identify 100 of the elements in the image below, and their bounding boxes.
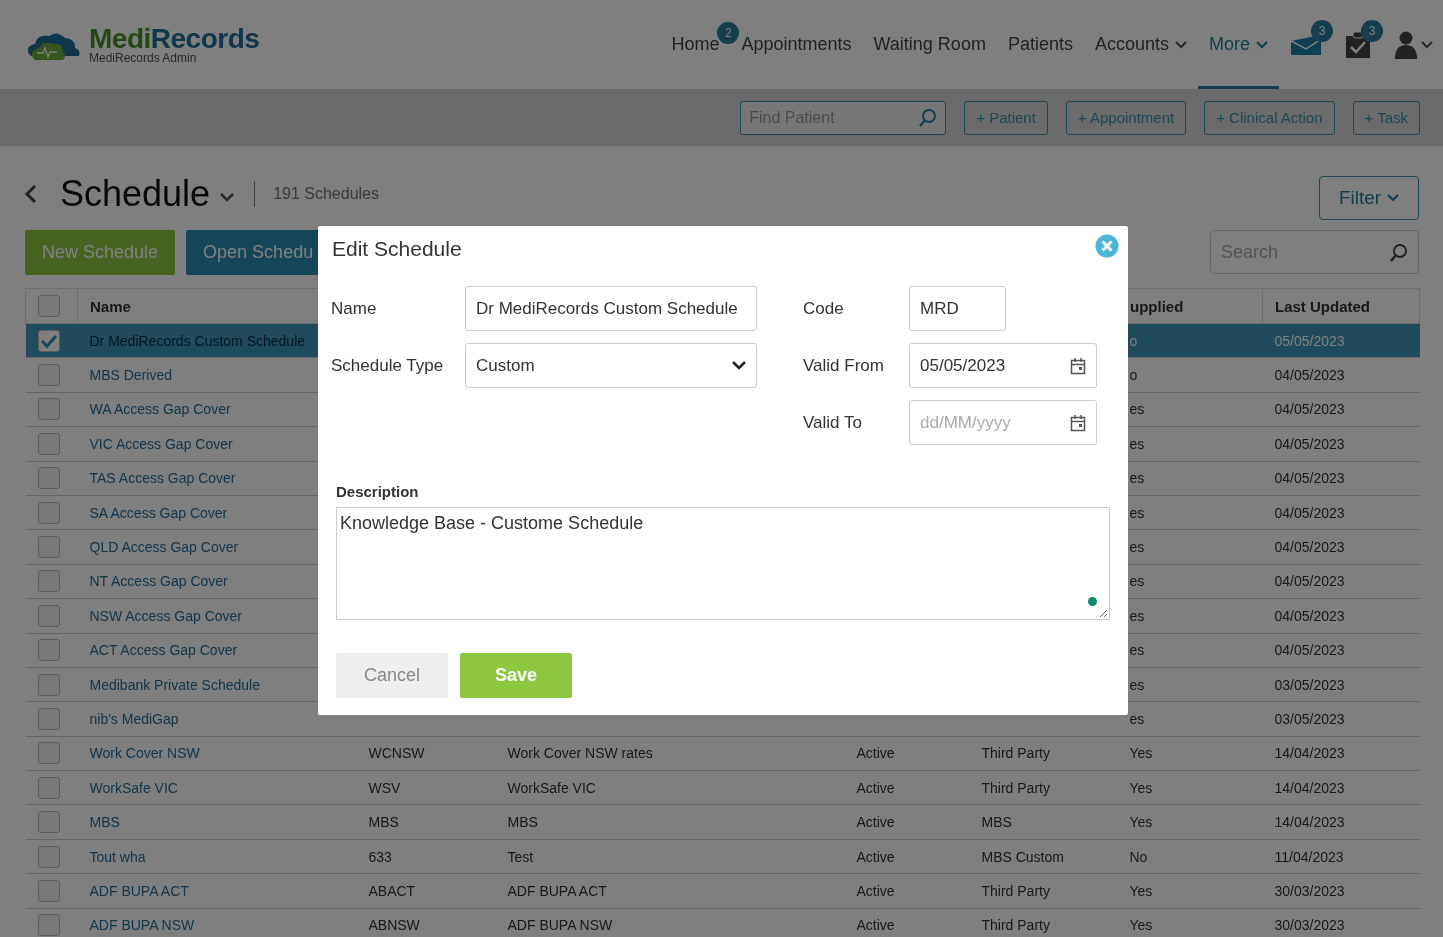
row-checkbox[interactable]	[37, 467, 60, 490]
table-cell: Third Party	[981, 917, 1050, 934]
filter-button[interactable]: Filter	[1319, 176, 1419, 220]
table-cell: Yes	[1129, 745, 1153, 762]
back-icon[interactable]	[24, 184, 38, 204]
user-icon[interactable]	[1395, 30, 1417, 59]
row-checkbox[interactable]	[37, 845, 60, 868]
column-header[interactable]: Name	[90, 297, 131, 315]
search-icon	[1389, 242, 1408, 262]
schedule-link[interactable]: SA Access Gap Cover	[89, 504, 228, 521]
add-button[interactable]: + Patient	[964, 100, 1048, 135]
row-checkbox[interactable]	[37, 742, 60, 765]
table-cell: Yes	[1129, 882, 1153, 899]
row-checkbox[interactable]	[37, 398, 60, 421]
table-cell: 05/05/2023	[1274, 332, 1345, 349]
row-checkbox[interactable]	[37, 879, 60, 902]
nav-link[interactable]: Waiting Room	[862, 0, 997, 89]
schedule-link[interactable]: TAS Access Gap Cover	[89, 470, 236, 487]
table-cell: Third Party	[981, 745, 1050, 762]
schedule-link[interactable]: NSW Access Gap Cover	[89, 607, 242, 624]
status-dot-icon	[1088, 597, 1097, 606]
table-cell: 30/03/2023	[1274, 882, 1345, 899]
table-cell: Active	[856, 917, 895, 934]
table-cell: Active	[856, 882, 895, 899]
column-header[interactable]: upplied	[1130, 297, 1184, 315]
nav-link[interactable]: Accounts	[1083, 0, 1198, 89]
checkmark-icon	[39, 332, 58, 349]
schedule-link[interactable]: WorkSafe VIC	[89, 779, 178, 796]
page-title: Schedule	[60, 173, 211, 215]
clipboard-check-icon[interactable]	[1345, 30, 1371, 59]
caret-icon	[220, 192, 235, 202]
schedule-link[interactable]: Tout wha	[89, 848, 146, 865]
schedule-link[interactable]: ADF BUPA NSW	[89, 917, 195, 934]
resize-grip-icon	[1099, 609, 1107, 617]
row-checkbox[interactable]	[37, 639, 60, 662]
schedule-link[interactable]: MBS	[89, 814, 120, 831]
field-label: Valid From	[803, 355, 885, 376]
table-cell: 04/05/2023	[1274, 573, 1345, 590]
row-checkbox[interactable]	[37, 914, 60, 937]
table-cell: 04/05/2023	[1274, 401, 1345, 418]
close-icon[interactable]	[1095, 234, 1119, 258]
schedule-link[interactable]: nib's MediGap	[89, 711, 179, 727]
add-button[interactable]: + Appointment	[1065, 100, 1187, 135]
row-checkbox[interactable]	[37, 329, 60, 352]
schedule-link[interactable]: ADF BUPA ACT	[89, 882, 189, 899]
date-field[interactable]: dd/MM/yyyy	[909, 400, 1097, 445]
cancel-button[interactable]: Cancel	[336, 653, 448, 698]
description-field[interactable]: Knowledge Base - Custome Schedule	[336, 507, 1110, 620]
schedule-type-dropdown[interactable]: Custom	[465, 343, 757, 388]
table-cell: Active	[856, 779, 895, 796]
table-cell: es	[1129, 435, 1145, 452]
nav-link[interactable]: Patients	[996, 0, 1084, 89]
schedule-link[interactable]: MBS Derived	[89, 367, 172, 384]
schedule-link[interactable]: WA Access Gap Cover	[89, 401, 231, 418]
row-checkbox[interactable]	[37, 536, 60, 559]
table-cell: 14/04/2023	[1274, 814, 1345, 831]
date-field[interactable]: 05/05/2023	[909, 343, 1097, 388]
row-checkbox[interactable]	[37, 708, 60, 730]
schedule-link[interactable]: VIC Access Gap Cover	[89, 435, 233, 452]
table-cell: es	[1129, 711, 1145, 727]
save-button[interactable]: Save	[460, 653, 572, 698]
schedule-link[interactable]: ACT Access Gap Cover	[89, 642, 238, 659]
table-cell: ABACT	[368, 882, 416, 899]
row-checkbox[interactable]	[37, 673, 60, 696]
row-checkbox[interactable]	[37, 570, 60, 593]
row-checkbox[interactable]	[37, 501, 60, 524]
field-label: Description	[336, 483, 420, 500]
schedule-link[interactable]: Work Cover NSW	[89, 745, 200, 762]
table-cell: 03/05/2023	[1274, 711, 1345, 727]
calendar-icon	[1070, 413, 1086, 432]
envelope-icon[interactable]	[1291, 34, 1321, 55]
table-cell: Active	[856, 848, 895, 865]
new-schedule-button[interactable]: New Schedule	[25, 229, 176, 275]
count-badge: 3	[1361, 20, 1383, 42]
row-checkbox[interactable]	[37, 364, 60, 387]
table-cell: Work Cover NSW rates	[507, 745, 653, 762]
row-checkbox[interactable]	[37, 432, 60, 455]
select-all-checkbox[interactable]	[38, 295, 60, 317]
add-button[interactable]: + Clinical Action	[1204, 100, 1335, 135]
field-label: Code	[803, 298, 845, 319]
table-cell: Third Party	[981, 882, 1050, 899]
table-cell: MBS	[507, 814, 538, 831]
row-checkbox[interactable]	[37, 776, 60, 799]
table-cell: 04/05/2023	[1274, 367, 1345, 384]
row-checkbox[interactable]	[37, 604, 60, 627]
table-cell: Third Party	[981, 779, 1050, 796]
table-cell: 04/05/2023	[1274, 504, 1345, 521]
schedule-link[interactable]: Medibank Private Schedule	[89, 676, 260, 693]
search-icon	[918, 108, 938, 127]
row-checkbox[interactable]	[37, 811, 60, 834]
schedule-link[interactable]: QLD Access Gap Cover	[89, 539, 239, 556]
table-cell: o	[1129, 332, 1138, 349]
code-field[interactable]: MRD	[909, 286, 1006, 331]
table-cell: es	[1129, 401, 1145, 418]
name-field[interactable]: Dr MediRecords Custom Schedule	[465, 286, 757, 331]
table-cell: es	[1129, 573, 1145, 590]
table-cell: MBS	[981, 814, 1012, 831]
add-button[interactable]: + Task	[1352, 100, 1420, 135]
table-cell: ABNSW	[368, 917, 420, 934]
schedule-link[interactable]: NT Access Gap Cover	[89, 573, 228, 590]
